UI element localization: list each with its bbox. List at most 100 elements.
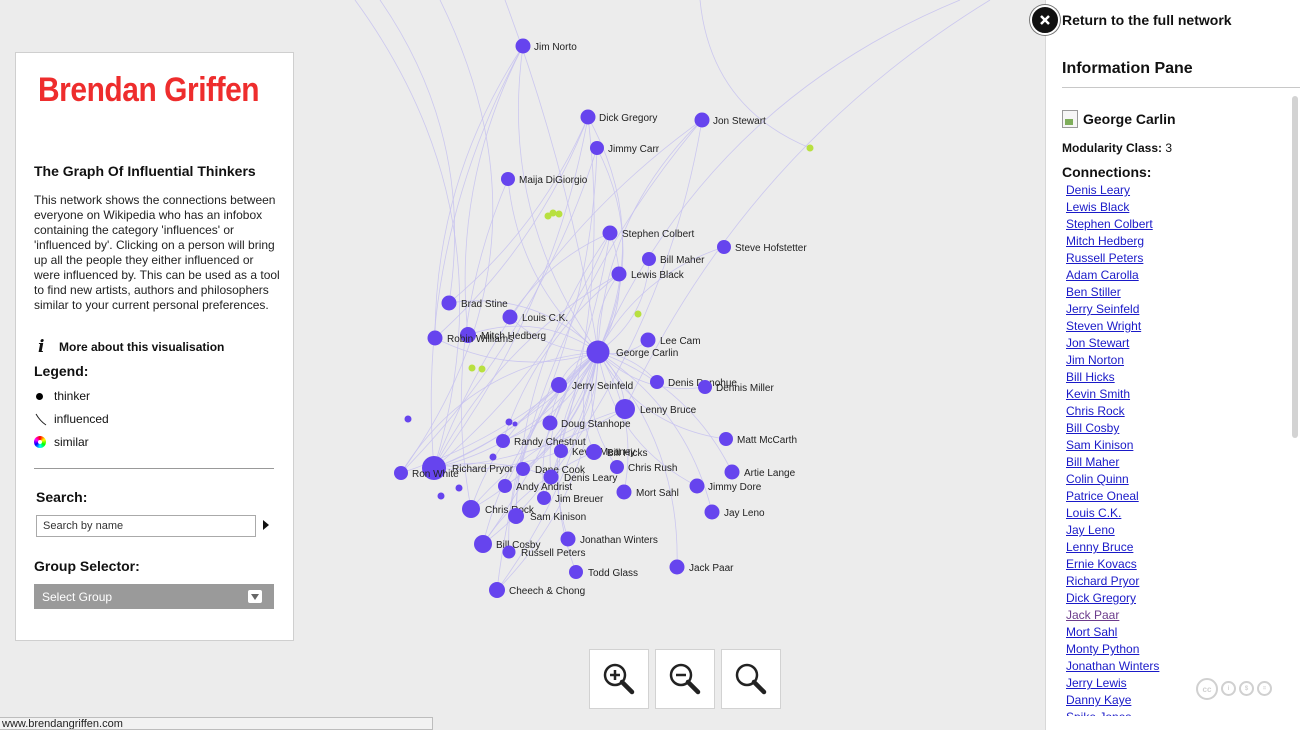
connection-link[interactable]: Spike Jones xyxy=(1066,709,1276,716)
connection-link[interactable]: Monty Python xyxy=(1066,641,1276,658)
connection-link[interactable]: Mitch Hedberg xyxy=(1066,233,1276,250)
connection-link[interactable]: Lenny Bruce xyxy=(1066,539,1276,556)
node-label[interactable]: Ron White xyxy=(412,469,459,480)
node-circle[interactable] xyxy=(542,415,558,431)
graph-node[interactable]: Jimmy Dore xyxy=(689,478,762,494)
node-label[interactable]: Jack Paar xyxy=(689,563,734,574)
graph-node[interactable]: Chris Rush xyxy=(610,460,677,474)
connection-link[interactable]: Ben Stiller xyxy=(1066,284,1276,301)
node-label[interactable]: Bill Hicks xyxy=(607,448,648,459)
node-circle[interactable] xyxy=(462,500,480,518)
node-circle[interactable] xyxy=(516,462,530,476)
connection-link[interactable]: Ernie Kovacs xyxy=(1066,556,1276,573)
connection-link[interactable]: Louis C.K. xyxy=(1066,505,1276,522)
similar-node[interactable] xyxy=(555,210,563,218)
node-label[interactable]: Maija DiGiorgio xyxy=(519,175,588,186)
connection-link[interactable]: Colin Quinn xyxy=(1066,471,1276,488)
graph-node[interactable]: Todd Glass xyxy=(569,565,638,579)
connection-link[interactable]: Dick Gregory xyxy=(1066,590,1276,607)
graph-node[interactable]: Andy Andrist xyxy=(498,479,572,493)
graph-node-small[interactable] xyxy=(505,418,513,426)
search-input[interactable] xyxy=(36,515,256,537)
scrollbar-thumb[interactable] xyxy=(1292,96,1298,438)
node-label[interactable]: Jimmy Carr xyxy=(608,144,660,155)
node-label[interactable]: Jon Stewart xyxy=(713,116,766,127)
more-info-link[interactable]: i More about this visualisation xyxy=(34,337,224,357)
node-label[interactable]: Jerry Seinfeld xyxy=(572,381,633,392)
node-circle[interactable] xyxy=(586,340,610,364)
connection-link[interactable]: Richard Pryor xyxy=(1066,573,1276,590)
connection-link[interactable]: Lewis Black xyxy=(1066,199,1276,216)
node-circle[interactable] xyxy=(554,444,568,458)
node-circle[interactable] xyxy=(724,464,740,480)
node-circle[interactable] xyxy=(615,399,635,419)
node-label[interactable]: Artie Lange xyxy=(744,468,796,479)
close-button[interactable] xyxy=(1030,5,1060,35)
node-circle[interactable] xyxy=(694,112,710,128)
node-circle[interactable] xyxy=(719,432,733,446)
connection-link[interactable]: Kevin Smith xyxy=(1066,386,1276,403)
node-circle[interactable] xyxy=(569,565,583,579)
graph-node[interactable]: Jonathan Winters xyxy=(560,531,658,547)
node-circle[interactable] xyxy=(502,309,518,325)
node-circle[interactable] xyxy=(616,484,632,500)
node-label[interactable]: Jim Norto xyxy=(534,42,577,53)
connection-link[interactable]: Jerry Seinfeld xyxy=(1066,301,1276,318)
similar-node[interactable] xyxy=(478,365,486,373)
node-circle[interactable] xyxy=(501,172,515,186)
node-circle[interactable] xyxy=(650,375,664,389)
connection-link[interactable]: Adam Carolla xyxy=(1066,267,1276,284)
similar-node[interactable] xyxy=(806,144,814,152)
node-label[interactable]: Jim Breuer xyxy=(555,494,604,505)
graph-node-small[interactable] xyxy=(512,421,518,427)
node-label[interactable]: Steve Hofstetter xyxy=(735,243,807,254)
graph-node[interactable]: Jack Paar xyxy=(669,559,735,575)
connection-link[interactable]: Mort Sahl xyxy=(1066,624,1276,641)
node-circle[interactable] xyxy=(394,466,408,480)
node-circle[interactable] xyxy=(611,266,627,282)
node-circle[interactable] xyxy=(669,559,685,575)
node-circle[interactable] xyxy=(610,460,624,474)
graph-node-small[interactable] xyxy=(404,415,412,423)
graph-node[interactable]: Dick Gregory xyxy=(580,109,658,125)
node-label[interactable]: Mort Sahl xyxy=(636,488,679,499)
node-circle[interactable] xyxy=(704,504,720,520)
graph-node[interactable]: Jay Leno xyxy=(704,504,766,520)
node-circle[interactable] xyxy=(489,582,505,598)
connection-link[interactable]: Russell Peters xyxy=(1066,250,1276,267)
node-label[interactable]: Cheech & Chong xyxy=(509,586,585,597)
node-label[interactable]: Todd Glass xyxy=(588,568,638,579)
node-circle[interactable] xyxy=(590,141,604,155)
connection-link[interactable]: Jay Leno xyxy=(1066,522,1276,539)
node-label[interactable]: George Carlin xyxy=(616,348,678,359)
connection-link[interactable]: Patrice Oneal xyxy=(1066,488,1276,505)
node-circle[interactable] xyxy=(474,535,492,553)
similar-node[interactable] xyxy=(634,310,642,318)
graph-node[interactable]: Artie Lange xyxy=(724,464,796,480)
graph-node[interactable]: Randy Chestnut xyxy=(496,434,586,448)
graph-node[interactable]: Lee Cam xyxy=(640,332,701,348)
node-circle[interactable] xyxy=(502,545,516,559)
graph-node[interactable]: Sam Kinison xyxy=(508,508,586,524)
graph-node[interactable]: Louis C.K. xyxy=(502,309,569,325)
node-label[interactable]: Brad Stine xyxy=(461,299,508,310)
node-circle[interactable] xyxy=(515,38,531,54)
node-circle[interactable] xyxy=(427,330,443,346)
connection-link[interactable]: Bill Cosby xyxy=(1066,420,1276,437)
graph-node-small[interactable] xyxy=(455,484,463,492)
zoom-in-button[interactable] xyxy=(589,649,649,709)
graph-node[interactable]: Jim Breuer xyxy=(537,491,604,505)
node-label[interactable]: Dick Gregory xyxy=(599,113,657,124)
connection-link[interactable]: Steven Wright xyxy=(1066,318,1276,335)
similar-node[interactable] xyxy=(549,209,557,217)
graph-node[interactable]: Dennis Miller xyxy=(698,380,774,394)
node-label[interactable]: Bill Maher xyxy=(660,255,705,266)
graph-node[interactable]: Jim Norto xyxy=(515,38,578,54)
similar-node[interactable] xyxy=(468,364,476,372)
node-label[interactable]: Louis C.K. xyxy=(522,313,568,324)
node-circle[interactable] xyxy=(498,479,512,493)
connection-link[interactable]: Jon Stewart xyxy=(1066,335,1276,352)
connection-link[interactable]: Bill Hicks xyxy=(1066,369,1276,386)
node-label[interactable]: Dennis Miller xyxy=(716,383,774,394)
graph-node[interactable]: Lenny Bruce xyxy=(615,399,697,419)
